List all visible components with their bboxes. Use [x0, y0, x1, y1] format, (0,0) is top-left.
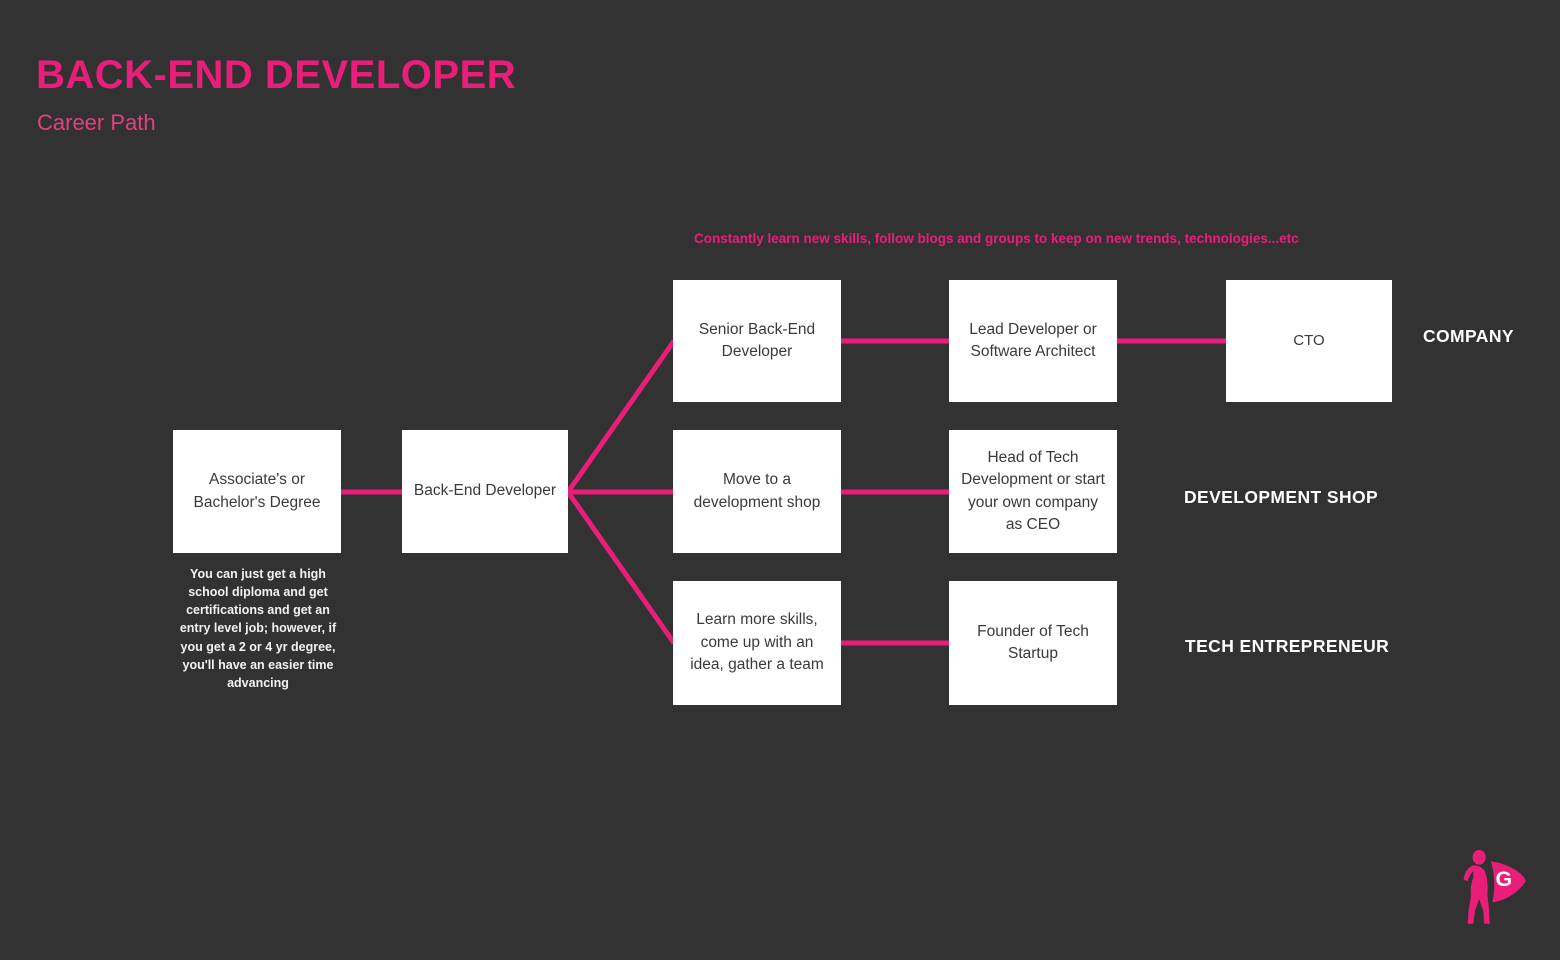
superhero-cape-icon: G	[1463, 849, 1526, 924]
node-learn-more-skills[interactable]: Learn more skills, come up with an idea,…	[673, 581, 841, 705]
node-cto[interactable]: CTO	[1226, 280, 1392, 402]
row-label-development-shop: DEVELOPMENT SHOP	[1184, 487, 1379, 507]
logo-letter: G	[1495, 867, 1512, 891]
hero-head	[1472, 849, 1486, 865]
node-senior-backend-developer[interactable]: Senior Back-End Developer	[673, 280, 841, 402]
row-label-tech-entrepreneur: TECH ENTREPRENEUR	[1185, 636, 1390, 656]
node-lead-developer[interactable]: Lead Developer or Software Architect	[949, 280, 1117, 402]
career-path-diagram: BACK-END DEVELOPER Career Path Constantl…	[0, 0, 1560, 960]
row-label-company: COMPANY	[1423, 326, 1514, 346]
connector-backend-to-startup	[565, 490, 677, 645]
hero-body	[1463, 865, 1490, 924]
node-degree[interactable]: Associate's or Bachelor's Degree	[173, 430, 341, 553]
degree-note: You can just get a high school diploma a…	[179, 567, 337, 690]
node-founder-of-tech-startup[interactable]: Founder of Tech Startup	[949, 581, 1117, 705]
connector-backend-to-senior	[565, 339, 677, 494]
node-backend-developer[interactable]: Back-End Developer	[402, 430, 568, 553]
node-move-to-development-shop[interactable]: Move to a development shop	[673, 430, 841, 553]
node-head-of-tech-development[interactable]: Head of Tech Development or start your o…	[949, 430, 1117, 553]
